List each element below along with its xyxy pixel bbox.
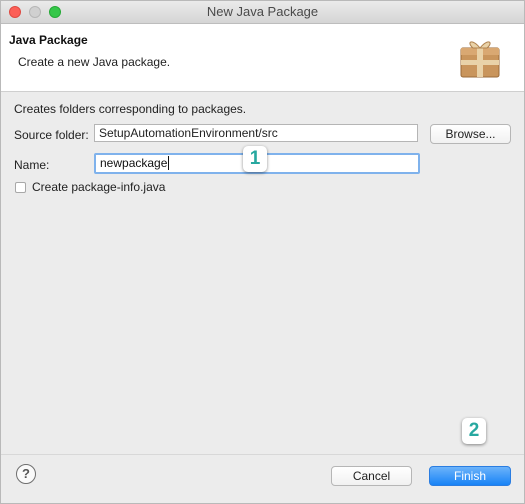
- window-title: New Java Package: [206, 4, 319, 19]
- footer-divider: [1, 454, 524, 455]
- step-badge-1: 1: [243, 146, 267, 172]
- title-bar: New Java Package: [1, 1, 524, 24]
- browse-button[interactable]: Browse...: [430, 124, 511, 144]
- finish-button[interactable]: Finish: [429, 466, 511, 486]
- source-folder-label: Source folder:: [14, 128, 89, 142]
- package-info-checkbox[interactable]: [15, 182, 26, 193]
- name-label: Name:: [14, 158, 50, 172]
- info-text: Creates folders corresponding to package…: [14, 102, 247, 116]
- step-badge-2: 2: [462, 418, 486, 444]
- cancel-button[interactable]: Cancel: [331, 466, 412, 486]
- package-icon: [460, 41, 500, 78]
- package-name-value: newpackage: [100, 156, 168, 170]
- minimize-window-button[interactable]: [29, 6, 41, 18]
- close-window-button[interactable]: [9, 6, 21, 18]
- wizard-title: Java Package: [9, 33, 88, 47]
- new-java-package-dialog: New Java Package Java Package Create a n…: [0, 0, 525, 504]
- header-banner: Java Package Create a new Java package.: [1, 24, 524, 92]
- zoom-window-button[interactable]: [49, 6, 61, 18]
- help-icon[interactable]: ?: [16, 464, 36, 484]
- source-folder-input[interactable]: SetupAutomationEnvironment/src: [94, 124, 418, 142]
- package-info-label[interactable]: Create package-info.java: [32, 180, 165, 194]
- wizard-description: Create a new Java package.: [18, 55, 171, 69]
